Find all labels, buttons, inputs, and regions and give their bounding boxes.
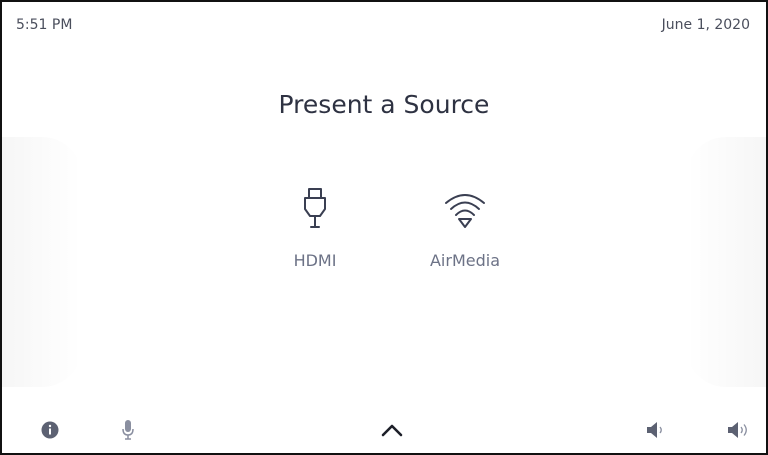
- info-icon: [41, 421, 59, 439]
- volume-up-button[interactable]: [724, 416, 752, 444]
- microphone-button[interactable]: [114, 416, 142, 444]
- source-airmedia-label: AirMedia: [429, 251, 501, 270]
- right-edge-panel: [686, 137, 766, 387]
- hdmi-icon: [303, 185, 327, 233]
- expand-up-button[interactable]: [378, 416, 406, 444]
- page-title: Present a Source: [278, 90, 490, 119]
- wifi-icon: [443, 185, 487, 233]
- volume-up-icon: [728, 422, 747, 438]
- source-hdmi-button[interactable]: HDMI: [260, 185, 370, 270]
- source-hdmi-label: HDMI: [293, 251, 337, 270]
- date: June 1, 2020: [661, 17, 750, 33]
- volume-down-button[interactable]: [642, 416, 670, 444]
- source-airmedia-button[interactable]: AirMedia: [410, 185, 520, 270]
- chevron-up-icon: [381, 424, 403, 437]
- microphone-icon: [122, 420, 134, 440]
- info-button[interactable]: [36, 416, 64, 444]
- touch-panel-screen: 5:51 PM June 1, 2020 Present a Source HD…: [0, 0, 768, 455]
- left-edge-panel: [2, 137, 82, 387]
- clock: 5:51 PM: [16, 17, 73, 33]
- volume-down-icon: [647, 422, 662, 438]
